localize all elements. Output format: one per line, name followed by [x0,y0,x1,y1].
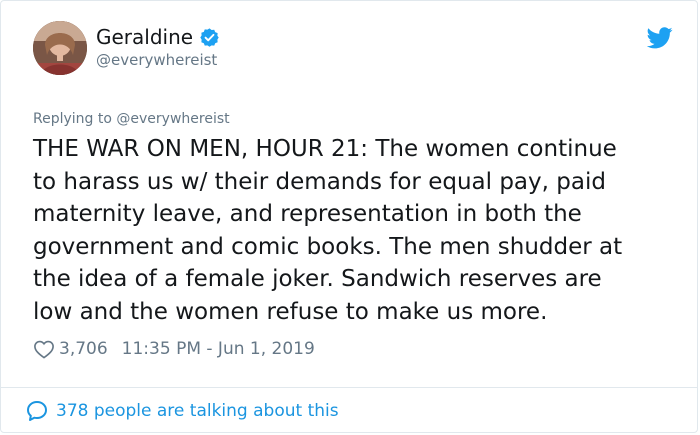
verified-badge-icon [199,27,220,48]
replying-to: Replying to @everywhereist [33,111,230,127]
user-handle[interactable]: @everywhereist [96,51,217,69]
tweet-line: THE WAR ON MEN, HOUR 21: The women conti… [33,136,617,162]
tweet-line: to harass us w/ their demands for equal … [33,168,606,195]
tweet-line: government and comic books. The men shud… [33,233,623,260]
tweet-header: Geraldine @everywhereist [33,21,673,81]
replying-to-mention[interactable]: @everywhereist [116,111,229,127]
divider [1,387,697,388]
talking-about-text: 378 people are talking about this [56,401,339,421]
twitter-bird-icon[interactable] [646,27,673,49]
tweet-line: maternity leave, and representation in b… [33,201,582,227]
display-name[interactable]: Geraldine [96,25,193,49]
speech-bubble-icon [25,399,49,423]
tweet-timestamp[interactable]: 11:35 PM - Jun 1, 2019 [122,339,315,359]
tweet-line: the idea of a female joker. Sandwich res… [33,266,602,292]
tweet-meta: 3,706 11:35 PM - Jun 1, 2019 [33,337,315,361]
heart-icon[interactable] [33,339,55,359]
tweet-text: THE WAR ON MEN, HOUR 21: The women conti… [33,133,673,328]
name-row: Geraldine [96,23,220,51]
avatar[interactable] [33,21,87,75]
tweet-line: low and the women refuse to make us more… [33,298,548,325]
like-count[interactable]: 3,706 [59,339,108,359]
replying-to-prefix: Replying to [33,111,112,127]
talking-about-link[interactable]: 378 people are talking about this [25,397,339,425]
tweet-card: Geraldine @everywhereist Replying to @ev… [0,0,698,433]
